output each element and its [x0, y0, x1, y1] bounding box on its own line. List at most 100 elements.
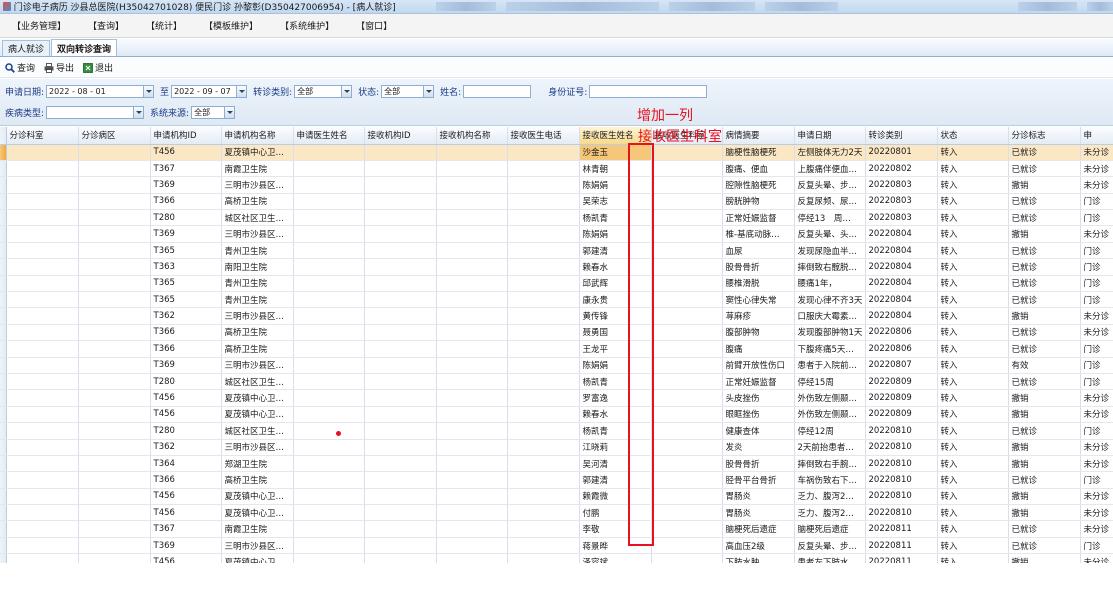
table-cell[interactable]: 门诊 — [1080, 291, 1113, 309]
table-cell[interactable] — [78, 357, 151, 374]
table-cell[interactable] — [651, 307, 723, 325]
table-cell[interactable] — [293, 193, 365, 211]
table-cell[interactable]: 20220806 — [865, 340, 938, 358]
table-cell[interactable]: 停经15周 — [794, 373, 866, 391]
column-header[interactable]: 转诊类别 — [865, 127, 938, 145]
table-cell[interactable]: 摔倒致右髋脱… — [794, 258, 866, 276]
table-cell[interactable]: 陈娟娟 — [579, 176, 652, 194]
table-cell[interactable]: 未分诊 — [1080, 439, 1113, 456]
table-row[interactable]: T456 夏茂镇中心卫… 赖霞微 胃肠炎 乏力、腹泻2… 20220810 转入 撤销 未分诊 — [0, 488, 1113, 506]
table-cell[interactable] — [436, 357, 508, 374]
table-cell[interactable] — [436, 193, 508, 211]
table-cell[interactable]: 转入 — [937, 160, 1009, 178]
table-cell[interactable]: 三明市沙县区… — [221, 176, 294, 194]
column-header[interactable]: 接收医生电话 — [507, 127, 580, 145]
table-cell[interactable]: 转入 — [937, 553, 1009, 563]
date-to-input[interactable]: 2022 - 09 - 07 — [171, 84, 238, 98]
table-cell[interactable] — [436, 373, 508, 391]
table-cell[interactable]: 20220803 — [865, 193, 938, 211]
table-cell[interactable] — [507, 520, 580, 538]
table-cell[interactable]: 股骨骨折 — [722, 258, 795, 276]
column-header[interactable]: 申请日期 — [794, 127, 866, 145]
column-header[interactable]: 分诊标志 — [1008, 127, 1081, 145]
table-cell[interactable] — [436, 553, 508, 563]
table-cell[interactable] — [364, 553, 437, 563]
table-cell[interactable] — [293, 406, 365, 424]
table-cell[interactable]: 已就诊 — [1008, 373, 1081, 391]
table-cell[interactable] — [78, 406, 151, 424]
table-cell[interactable]: 20220803 — [865, 209, 938, 227]
table-cell[interactable]: 赖霞微 — [579, 488, 652, 506]
table-cell[interactable] — [507, 160, 580, 178]
table-cell[interactable]: 转入 — [937, 373, 1009, 391]
table-cell[interactable] — [6, 553, 79, 563]
table-cell[interactable] — [293, 242, 365, 260]
table-cell[interactable] — [6, 144, 79, 161]
table-cell[interactable]: 停经12周 — [794, 422, 866, 440]
table-cell[interactable]: 已就诊 — [1008, 193, 1081, 211]
table-cell[interactable]: T366 — [150, 324, 222, 342]
table-cell[interactable]: 眼眶挫伤 — [722, 406, 795, 424]
table-row[interactable]: T366 高桥卫生院 王龙平 腹痛 下腹疼痛5天… 20220806 转入 已就诊 门诊 — [0, 340, 1113, 358]
table-cell[interactable] — [293, 291, 365, 309]
table-cell[interactable]: 已就诊 — [1008, 242, 1081, 260]
table-cell[interactable] — [293, 225, 365, 243]
table-cell[interactable] — [364, 176, 437, 194]
table-cell[interactable]: 高桥卫生院 — [221, 340, 294, 358]
table-cell[interactable] — [364, 144, 437, 161]
table-cell[interactable] — [6, 537, 79, 555]
column-header[interactable]: 接收机构名称 — [436, 127, 508, 145]
table-row[interactable]: T456 夏茂镇中心卫… 赖春水 眼眶挫伤 外伤致左侧颞… 20220809 转入 撤销 未分诊 — [0, 406, 1113, 424]
table-cell[interactable]: 未分诊 — [1080, 160, 1113, 178]
table-cell[interactable] — [507, 422, 580, 440]
table-cell[interactable] — [293, 553, 365, 563]
table-cell[interactable]: 转入 — [937, 488, 1009, 506]
table-row[interactable]: T456 夏茂镇中心卫… 沙金玉 脑梗性脑梗死 左侧肢体无力2天 20220801 转入 已就… — [0, 144, 1113, 161]
table-cell[interactable]: 南阳卫生院 — [221, 258, 294, 276]
table-cell[interactable] — [651, 275, 723, 293]
table-cell[interactable] — [651, 553, 723, 563]
table-cell[interactable]: 转入 — [937, 471, 1009, 489]
table-cell[interactable]: T363 — [150, 258, 222, 276]
taskbar-item-blurred[interactable] — [1017, 2, 1078, 11]
table-cell[interactable] — [507, 455, 580, 473]
table-cell[interactable]: 20220804 — [865, 291, 938, 309]
table-cell[interactable]: 正常妊娠监督 — [722, 209, 795, 227]
table-cell[interactable] — [293, 307, 365, 325]
column-header[interactable]: 分诊病区 — [78, 127, 151, 145]
table-cell[interactable] — [293, 258, 365, 276]
table-cell[interactable] — [651, 225, 723, 243]
table-cell[interactable]: 发现腹部肿物1天 — [794, 324, 866, 342]
table-cell[interactable]: 腰椎滑脱 — [722, 275, 795, 293]
table-cell[interactable] — [651, 471, 723, 489]
table-cell[interactable]: 窦性心律失常 — [722, 291, 795, 309]
table-cell[interactable]: 反复头晕、头… — [794, 225, 866, 243]
table-cell[interactable] — [436, 520, 508, 538]
column-header[interactable]: 病情摘要 — [722, 127, 795, 145]
table-cell[interactable]: 转入 — [937, 439, 1009, 456]
table-cell[interactable]: T456 — [150, 144, 222, 161]
table-cell[interactable] — [436, 160, 508, 178]
table-cell[interactable] — [651, 439, 723, 456]
table-cell[interactable]: 车祸伤致右下… — [794, 471, 866, 489]
table-cell[interactable]: 已就诊 — [1008, 422, 1081, 440]
table-cell[interactable]: 夏茂镇中心卫… — [221, 389, 294, 407]
table-cell[interactable]: 腔隙性脑梗死 — [722, 176, 795, 194]
table-cell[interactable]: 青州卫生院 — [221, 291, 294, 309]
table-cell[interactable]: 未分诊 — [1080, 144, 1113, 161]
table-cell[interactable] — [78, 258, 151, 276]
table-cell[interactable] — [651, 357, 723, 374]
table-row[interactable]: T366 高桥卫生院 郭建清 胫骨平台骨折 车祸伤致右下… 20220810 转入 已就诊 门诊 — [0, 471, 1113, 489]
table-cell[interactable]: 撤销 — [1008, 307, 1081, 325]
table-cell[interactable]: 高桥卫生院 — [221, 324, 294, 342]
table-cell[interactable]: 黄传锋 — [579, 307, 652, 325]
table-cell[interactable] — [6, 488, 79, 506]
table-cell[interactable] — [364, 422, 437, 440]
table-cell[interactable]: 有效 — [1008, 357, 1081, 374]
table-cell[interactable]: 撤销 — [1008, 389, 1081, 407]
table-cell[interactable] — [651, 291, 723, 309]
table-cell[interactable] — [78, 176, 151, 194]
table-cell[interactable] — [364, 209, 437, 227]
column-header[interactable]: 申请机构名称 — [221, 127, 294, 145]
table-row[interactable]: T365 青州卫生院 邱武辉 腰椎滑脱 腰痛1年， 20220804 转入 已就诊 门诊 — [0, 275, 1113, 293]
